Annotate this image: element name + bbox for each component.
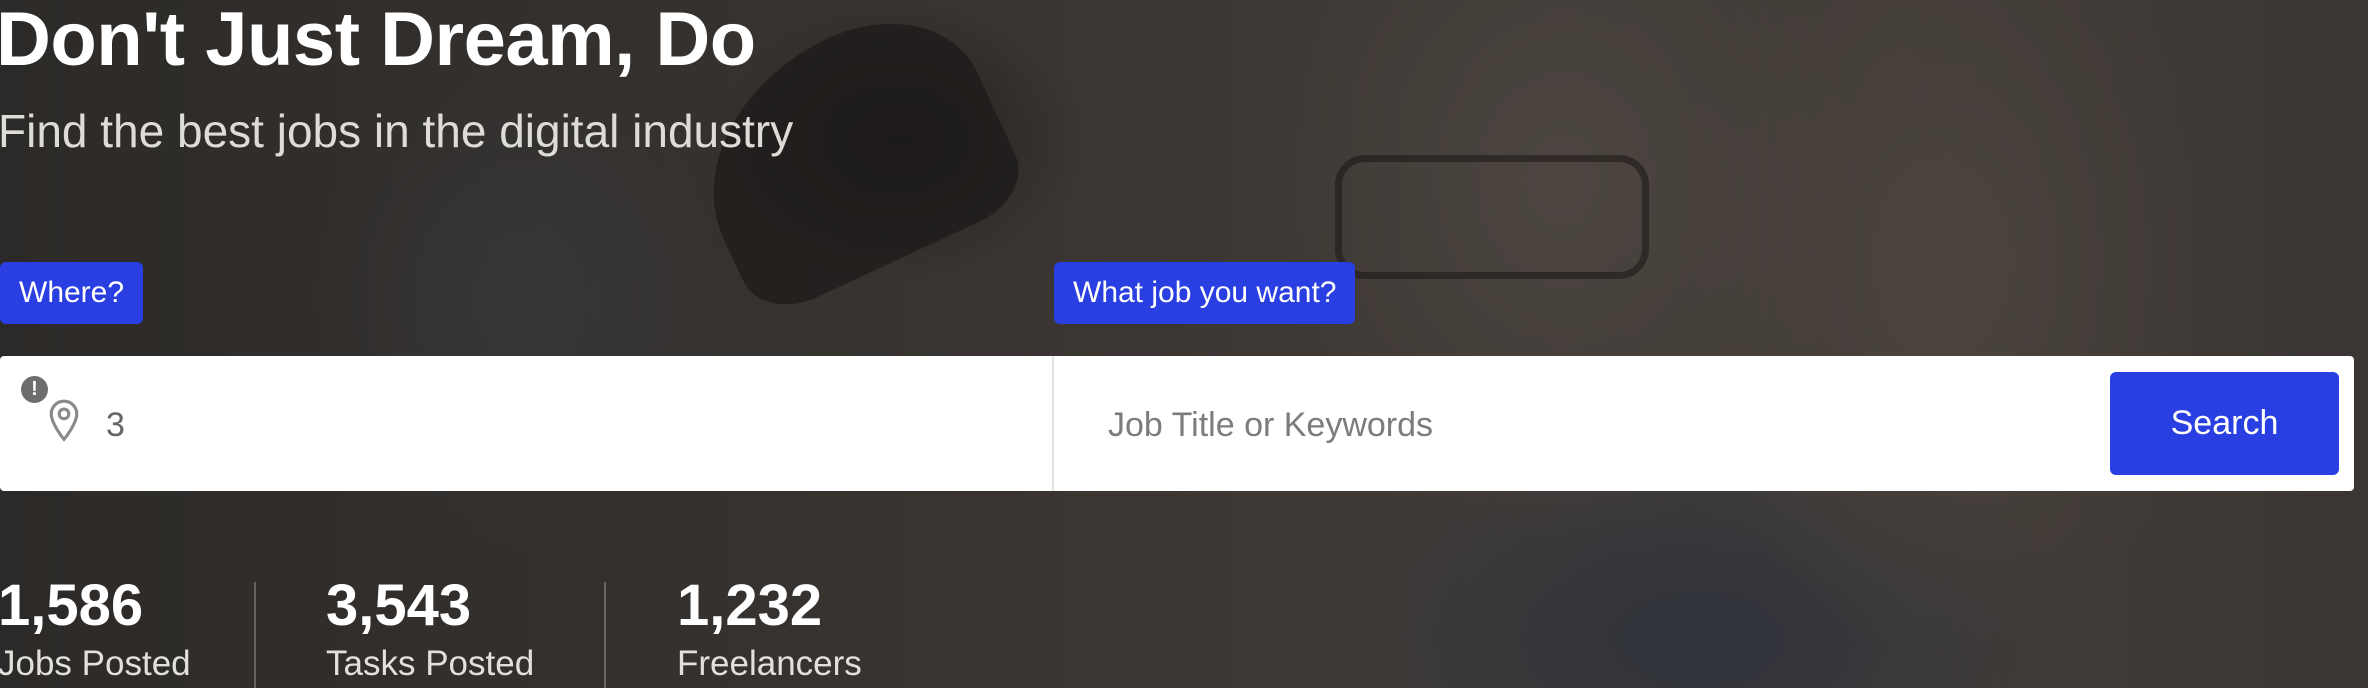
what-job-label: What job you want? bbox=[1054, 262, 1356, 324]
location-field[interactable]: ! bbox=[0, 356, 1052, 491]
stat-label: Freelancers bbox=[677, 644, 862, 683]
stat-divider bbox=[254, 582, 256, 688]
stat-value: 1,586 bbox=[0, 573, 144, 638]
stat-value: 1,232 bbox=[677, 573, 823, 638]
search-button[interactable]: Search bbox=[2110, 372, 2339, 475]
job-search-bar: ! Search bbox=[0, 356, 2354, 491]
stat-freelancers: 1,232 Freelancers bbox=[677, 570, 862, 686]
stat-label: Tasks Posted bbox=[326, 644, 535, 683]
stat-tasks-posted: 3,543 Tasks Posted bbox=[326, 570, 534, 686]
search-divider bbox=[1052, 356, 1054, 491]
alert-icon: ! bbox=[21, 376, 48, 403]
stat-value: 3,543 bbox=[326, 573, 472, 638]
hero-title: Don't Just Dream, Do bbox=[0, 0, 756, 82]
location-input[interactable] bbox=[104, 394, 1008, 456]
keyword-input[interactable] bbox=[1106, 394, 2050, 456]
where-label: Where? bbox=[0, 262, 144, 324]
stat-divider bbox=[604, 582, 606, 688]
hero-subtitle: Find the best jobs in the digital indust… bbox=[0, 105, 794, 157]
stat-label: Jobs Posted bbox=[0, 644, 191, 683]
hero-section: Don't Just Dream, Do Find the best jobs … bbox=[0, 0, 2368, 688]
stat-jobs-posted: 1,586 Jobs Posted bbox=[0, 570, 191, 686]
map-pin-icon bbox=[49, 399, 79, 442]
